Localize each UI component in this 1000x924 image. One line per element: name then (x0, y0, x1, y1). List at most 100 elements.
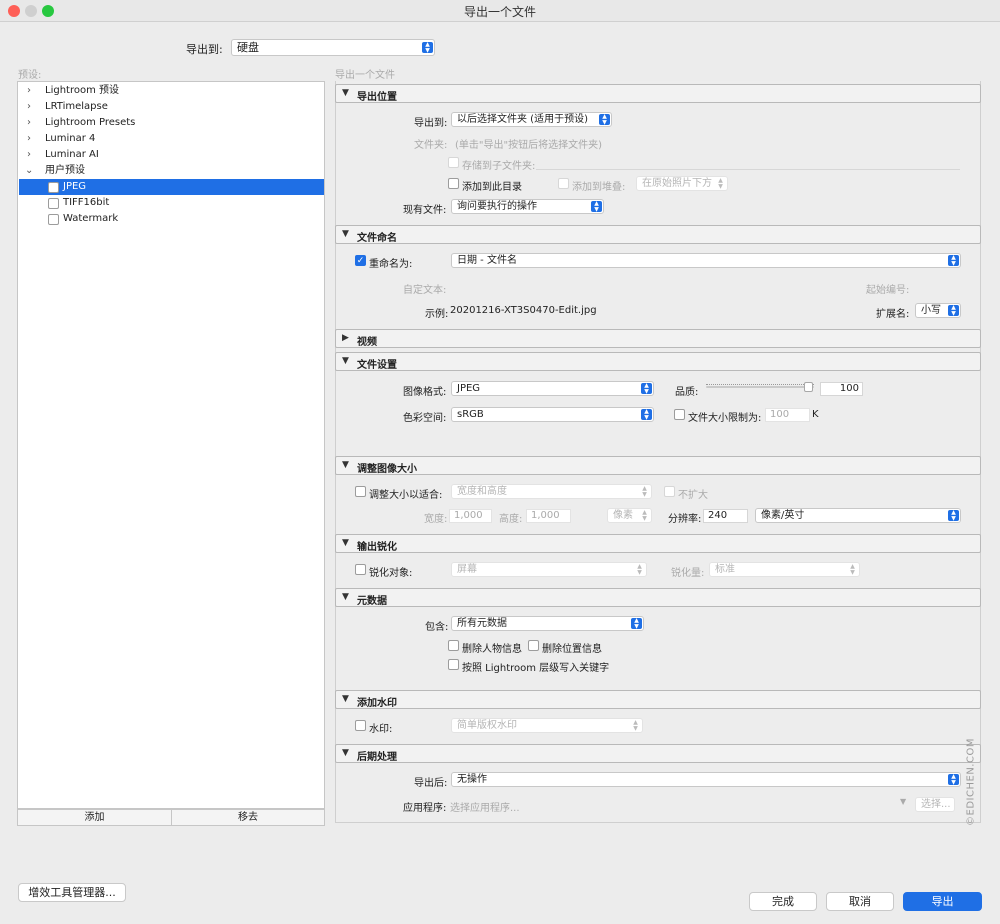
custom-text-label: 自定文本: (403, 285, 447, 296)
sharpen-amount-select[interactable]: 标准 ▲ ▼ (709, 562, 860, 577)
chevron-down-icon: ⌄ (25, 165, 34, 176)
preset-folder-lightroom-presets[interactable]: › Lightroom Presets (19, 115, 324, 131)
sharpen-for-select[interactable]: 屏幕 ▲ ▼ (451, 562, 647, 577)
preset-item-jpeg[interactable]: JPEG (19, 179, 324, 195)
location-export-to-label: 导出到: (414, 118, 448, 129)
watermark-checkbox[interactable] (355, 720, 366, 731)
add-catalog-label: 添加到此目录 (462, 182, 522, 193)
section-header-resize[interactable]: ▼ 调整图像大小 (335, 456, 981, 475)
rename-checkbox[interactable]: ✓ (355, 255, 366, 266)
section-header-naming[interactable]: ▼ 文件命名 (335, 225, 981, 244)
resolution-unit-select[interactable]: 像素/英寸 ▲ ▼ (755, 508, 961, 523)
cancel-button[interactable]: 取消 (826, 892, 894, 911)
section-header-video[interactable]: ▶ 视频 (335, 329, 981, 348)
subfolder-input[interactable] (536, 169, 960, 170)
preset-item-tiff16bit[interactable]: TIFF16bit (19, 195, 324, 211)
location-export-to-select[interactable]: 以后选择文件夹 (适用于预设) ▲ ▼ (451, 112, 612, 127)
resolution-input[interactable]: 240 (703, 509, 748, 523)
quality-input[interactable]: 100 (820, 382, 863, 396)
file-size-limit-input[interactable]: 100 (765, 408, 810, 422)
add-preset-button[interactable]: 添加 (18, 810, 172, 825)
height-input[interactable]: 1,000 (526, 509, 571, 523)
no-enlarge-checkbox[interactable] (664, 486, 675, 497)
preset-folder-lrtimelapse[interactable]: › LRTimelapse (19, 99, 324, 115)
add-catalog-checkbox[interactable] (448, 178, 459, 189)
remove-preset-button[interactable]: 移去 (172, 810, 324, 825)
chevron-right-icon: › (27, 85, 31, 96)
application-dropdown-icon[interactable]: ▼ (900, 797, 906, 806)
subfolder-checkbox[interactable] (448, 157, 459, 168)
preset-checkbox[interactable] (48, 198, 59, 209)
remove-location-checkbox[interactable] (528, 640, 539, 651)
presets-label: 预设: (18, 70, 42, 81)
start-number-label: 起始编号: (866, 285, 910, 296)
resize-checkbox[interactable] (355, 486, 366, 497)
preset-folder-luminar4[interactable]: › Luminar 4 (19, 131, 324, 147)
folder-label: 文件夹: (414, 140, 448, 151)
section-header-file-settings[interactable]: ▼ 文件设置 (335, 352, 981, 371)
width-input[interactable]: 1,000 (449, 509, 492, 523)
stack-position-select[interactable]: 在原始照片下方 ▲ ▼ (636, 176, 728, 191)
done-button[interactable]: 完成 (749, 892, 817, 911)
preset-tree: › Lightroom 预设 › LRTimelapse › Lightroom Pr… (17, 81, 325, 809)
preset-folder-lightroom[interactable]: › Lightroom 预设 (19, 83, 324, 99)
chevron-updown-icon: ▲ ▼ (631, 618, 642, 629)
triangle-down-icon: ▼ (342, 229, 349, 239)
preset-checkbox[interactable] (48, 182, 59, 193)
color-space-select[interactable]: sRGB ▲ ▼ (451, 407, 654, 422)
keyword-hierarchy-label: 按照 Lightroom 层级写入关键字 (462, 663, 610, 674)
size-unit-select[interactable]: 像素 ▲ ▼ (607, 508, 652, 523)
preset-folder-luminar-ai[interactable]: › Luminar AI (19, 147, 324, 163)
keyword-hierarchy-checkbox[interactable] (448, 659, 459, 670)
resize-fit-select[interactable]: 宽度和高度 ▲ ▼ (451, 484, 652, 499)
rename-label: 重命名为: (369, 259, 413, 270)
triangle-right-icon: ▶ (342, 333, 349, 343)
quality-slider-ticks (706, 381, 814, 385)
file-size-limit-checkbox[interactable] (674, 409, 685, 420)
subfolder-label: 存储到子文件夹: (462, 161, 536, 172)
preset-folder-user[interactable]: ⌄ 用户预设 (19, 163, 324, 179)
image-format-select[interactable]: JPEG ▲ ▼ (451, 381, 654, 396)
chevron-right-icon: › (27, 133, 31, 144)
section-header-post[interactable]: ▼ 后期处理 (335, 744, 981, 763)
chevron-right-icon: › (27, 149, 31, 160)
triangle-down-icon: ▼ (342, 538, 349, 548)
triangle-down-icon: ▼ (342, 88, 349, 98)
extension-select[interactable]: 小写 ▲ ▼ (915, 303, 961, 318)
export-to-label: 导出到: (186, 43, 223, 56)
existing-files-select[interactable]: 询问要执行的操作 ▲ ▼ (451, 199, 604, 214)
after-export-select[interactable]: 无操作 ▲ ▼ (451, 772, 961, 787)
preset-item-watermark[interactable]: Watermark (19, 211, 324, 227)
preset-checkbox[interactable] (48, 214, 59, 225)
chevron-updown-icon: ▲ ▼ (641, 409, 652, 420)
rename-template-select[interactable]: 日期 - 文件名 ▲ ▼ (451, 253, 961, 268)
section-header-sharpen[interactable]: ▼ 输出锐化 (335, 534, 981, 553)
remove-location-label: 删除位置信息 (542, 644, 602, 655)
triangle-down-icon: ▼ (342, 748, 349, 758)
folder-value: (单击"导出"按钮后将选择文件夹) (455, 140, 603, 151)
application-input[interactable]: 选择应用程序... (450, 799, 520, 814)
add-stack-checkbox[interactable] (558, 178, 569, 189)
plugin-manager-button[interactable]: 增效工具管理器... (18, 883, 126, 902)
chevron-updown-icon: ▲ ▼ (850, 563, 855, 576)
section-header-metadata[interactable]: ▼ 元数据 (335, 588, 981, 607)
quality-slider-thumb[interactable] (804, 382, 813, 392)
chevron-updown-icon: ▲ ▼ (718, 177, 723, 190)
export-destination-select[interactable]: 硬盘 ▲ ▼ (231, 39, 435, 56)
chevron-updown-icon: ▲ ▼ (637, 563, 642, 576)
existing-files-label: 现有文件: (403, 205, 447, 216)
section-header-watermark[interactable]: ▼ 添加水印 (335, 690, 981, 709)
chevron-updown-icon: ▲ ▼ (948, 305, 959, 316)
sharpen-checkbox[interactable] (355, 564, 366, 575)
metadata-include-select[interactable]: 所有元数据 ▲ ▼ (451, 616, 644, 631)
example-value: 20201216-XT3S0470-Edit.jpg (450, 305, 597, 316)
section-header-location[interactable]: ▼ 导出位置 (335, 84, 981, 103)
file-size-limit-label: 文件大小限制为: (688, 413, 762, 424)
quality-slider[interactable] (706, 381, 814, 393)
chevron-updown-icon: ▲ ▼ (591, 201, 602, 212)
quality-label: 品质: (675, 387, 699, 398)
choose-application-button[interactable]: 选择... (915, 797, 955, 812)
remove-person-checkbox[interactable] (448, 640, 459, 651)
watermark-select[interactable]: 简单版权水印 ▲ ▼ (451, 718, 643, 733)
export-button[interactable]: 导出 (903, 892, 982, 911)
